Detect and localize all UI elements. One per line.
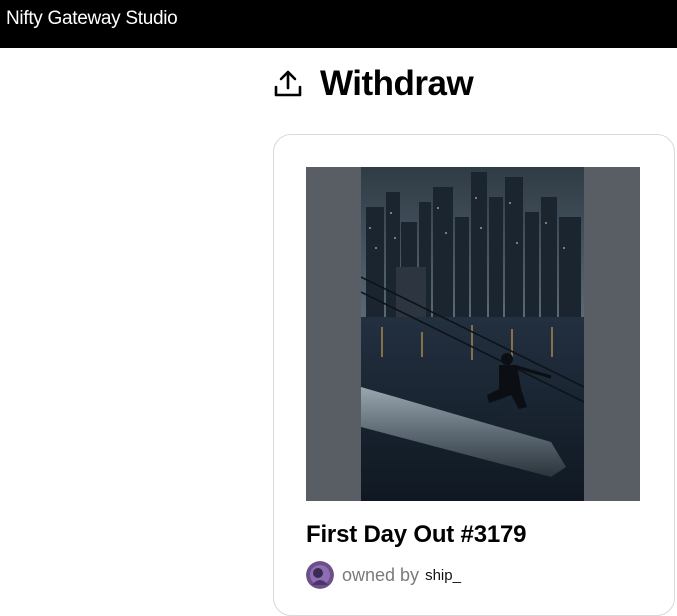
top-bar: Nifty Gateway Studio (0, 0, 677, 48)
page-title: Withdraw (320, 64, 474, 103)
nft-title[interactable]: First Day Out #3179 (306, 521, 527, 549)
owner-row: owned by ship_ (306, 561, 461, 589)
owner-avatar[interactable] (306, 561, 334, 589)
owner-name[interactable]: ship_ (425, 567, 461, 584)
artwork-frame[interactable] (306, 167, 640, 501)
nft-card[interactable]: First Day Out #3179 owned by ship_ (273, 134, 675, 616)
owned-by-label: owned by (342, 564, 420, 585)
app-title[interactable]: Nifty Gateway Studio (6, 8, 178, 30)
city-skyline-artwork (361, 167, 584, 501)
upload-icon (272, 68, 304, 100)
page-header: Withdraw (272, 62, 474, 106)
